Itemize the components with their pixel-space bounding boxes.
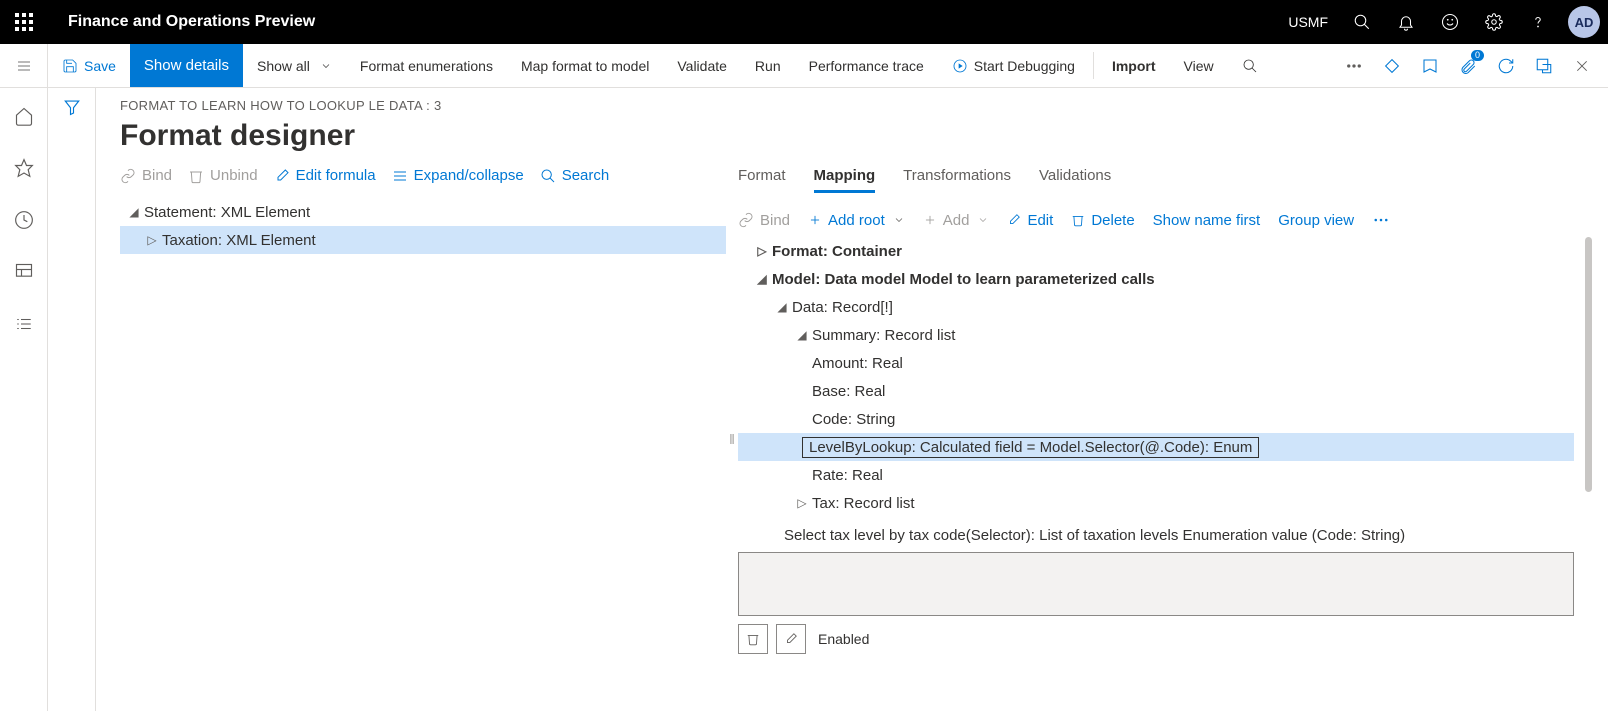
show-details-button[interactable]: Show details (130, 44, 243, 87)
star-icon[interactable] (4, 148, 44, 188)
tab-format[interactable]: Format (738, 167, 786, 193)
smile-icon[interactable] (1430, 2, 1470, 42)
search-icon[interactable] (1342, 2, 1382, 42)
start-debugging-button[interactable]: Start Debugging (938, 44, 1089, 87)
performance-trace-button[interactable]: Performance trace (795, 44, 938, 87)
tree-row-data-record[interactable]: ◢Data: Record[!] (738, 293, 1574, 321)
attachment-count: 0 (1471, 50, 1484, 61)
help-icon[interactable] (1518, 2, 1558, 42)
save-label: Save (84, 58, 116, 74)
expand-icon[interactable]: ▷ (752, 244, 772, 258)
expand-icon[interactable]: ▷ (142, 233, 162, 247)
page-title: Format designer (96, 119, 1608, 167)
format-enumerations-button[interactable]: Format enumerations (346, 44, 507, 87)
avatar[interactable]: AD (1568, 6, 1600, 38)
tree-row-tax[interactable]: ▷Tax: Record list (738, 489, 1574, 517)
tree-row-format-container[interactable]: ▷Format: Container (738, 237, 1574, 265)
tab-transformations[interactable]: Transformations (903, 167, 1011, 193)
show-all-button[interactable]: Show all (243, 44, 346, 87)
gear-icon[interactable] (1474, 2, 1514, 42)
import-button[interactable]: Import (1098, 44, 1170, 87)
tree-row-levelbylookup[interactable]: LevelByLookup: Calculated field = Model.… (738, 433, 1574, 461)
splitter-handle[interactable]: ‖ (726, 167, 738, 711)
close-icon[interactable] (1566, 50, 1598, 82)
filter-icon[interactable] (63, 98, 81, 711)
refresh-icon[interactable] (1490, 50, 1522, 82)
tree-row-amount[interactable]: Amount: Real (738, 349, 1574, 377)
selector-info: Select tax level by tax code(Selector): … (738, 517, 1574, 552)
run-button[interactable]: Run (741, 44, 795, 87)
bind-button[interactable]: Bind (120, 167, 172, 184)
add-button[interactable]: Add (923, 212, 990, 229)
delete-formula-button[interactable] (738, 624, 768, 654)
view-button[interactable]: View (1170, 44, 1228, 87)
app-title: Finance and Operations Preview (48, 13, 335, 31)
expand-collapse-button[interactable]: Expand/collapse (392, 167, 524, 184)
tree-row-base[interactable]: Base: Real (738, 377, 1574, 405)
tab-mapping[interactable]: Mapping (814, 167, 876, 193)
app-launcher[interactable] (0, 0, 48, 44)
save-button[interactable]: Save (48, 44, 130, 87)
collapse-icon[interactable]: ◢ (772, 300, 792, 314)
workspaces-icon[interactable] (4, 252, 44, 292)
collapse-icon[interactable]: ◢ (792, 328, 812, 342)
breadcrumb: FORMAT TO LEARN HOW TO LOOKUP LE DATA : … (96, 98, 1608, 119)
tree-row-summary[interactable]: ◢Summary: Record list (738, 321, 1574, 349)
edit-formula-button[interactable]: Edit formula (274, 167, 376, 184)
formula-display[interactable] (738, 552, 1574, 616)
add-root-button[interactable]: Add root (808, 212, 905, 229)
scrollbar-thumb[interactable] (1585, 237, 1592, 492)
tree-row-rate[interactable]: Rate: Real (738, 461, 1574, 489)
modules-icon[interactable] (4, 304, 44, 344)
attachments-icon[interactable]: 0 (1452, 50, 1484, 82)
nav-toggle[interactable] (0, 44, 48, 87)
legal-entity[interactable]: USMF (1288, 14, 1328, 30)
recent-icon[interactable] (4, 200, 44, 240)
map-format-to-model-button[interactable]: Map format to model (507, 44, 663, 87)
mapping-more-icon[interactable] (1372, 211, 1390, 229)
enabled-label: Enabled (818, 631, 869, 647)
validate-button[interactable]: Validate (663, 44, 741, 87)
more-icon[interactable] (1338, 50, 1370, 82)
popout-icon[interactable] (1528, 50, 1560, 82)
collapse-icon[interactable]: ◢ (752, 272, 772, 286)
bell-icon[interactable] (1386, 2, 1426, 42)
tab-validations[interactable]: Validations (1039, 167, 1111, 193)
tree-row-model[interactable]: ◢Model: Data model Model to learn parame… (738, 265, 1574, 293)
tree-row-taxation[interactable]: ▷Taxation: XML Element (120, 226, 726, 254)
expand-icon[interactable]: ▷ (792, 496, 812, 510)
tree-row-code[interactable]: Code: String (738, 405, 1574, 433)
unbind-button[interactable]: Unbind (188, 167, 258, 184)
search-command[interactable] (1228, 44, 1272, 87)
book-icon[interactable] (1414, 50, 1446, 82)
edit-formula-square-button[interactable] (776, 624, 806, 654)
delete-button[interactable]: Delete (1071, 212, 1134, 229)
diamond-icon[interactable] (1376, 50, 1408, 82)
home-icon[interactable] (4, 96, 44, 136)
edit-button[interactable]: Edit (1007, 212, 1053, 229)
search-button[interactable]: Search (540, 167, 610, 184)
show-name-first-button[interactable]: Show name first (1153, 212, 1261, 229)
collapse-icon[interactable]: ◢ (124, 205, 144, 219)
group-view-button[interactable]: Group view (1278, 212, 1354, 229)
mapping-bind-button[interactable]: Bind (738, 212, 790, 229)
tree-row-statement[interactable]: ◢Statement: XML Element (120, 198, 726, 226)
